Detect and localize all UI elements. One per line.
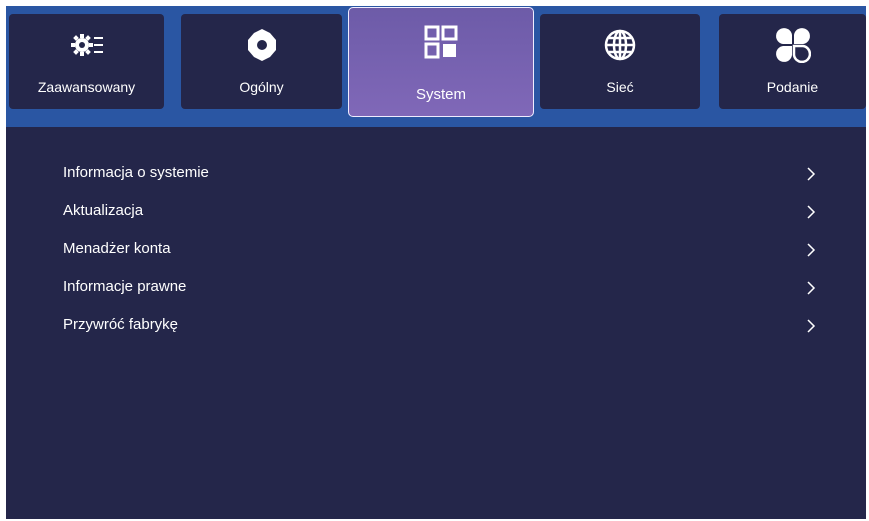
chevron-right-icon	[807, 167, 816, 181]
chevron-right-icon	[807, 243, 816, 257]
gear-icon	[244, 27, 280, 63]
tab-zaawansowany[interactable]: Zaawansowany	[9, 14, 164, 109]
apps-icon	[775, 27, 811, 63]
menu-item-legal-info[interactable]: Informacje prawne	[6, 270, 866, 306]
chevron-right-icon	[807, 205, 816, 219]
chevron-right-icon	[807, 319, 816, 333]
menu-item-label: Informacje prawne	[63, 278, 187, 295]
globe-icon	[602, 27, 638, 63]
tab-siec[interactable]: Sieć	[540, 14, 700, 109]
tab-podanie[interactable]: Podanie	[719, 14, 866, 109]
menu-item-label: Menadżer konta	[63, 240, 171, 257]
tab-ogolny[interactable]: Ogólny	[181, 14, 342, 109]
menu-item-label: Aktualizacja	[63, 202, 144, 219]
menu-item-update[interactable]: Aktualizacja	[6, 194, 866, 230]
menu-item-account-manager[interactable]: Menadżer konta	[6, 232, 866, 268]
tab-system[interactable]: System	[348, 7, 534, 117]
tab-label: Sieć	[606, 79, 634, 95]
advanced-settings-icon	[69, 27, 105, 63]
menu-item-system-info[interactable]: Informacja o systemie	[6, 156, 866, 192]
tab-bar: Zaawansowany Ogólny System Sieć Podanie	[6, 6, 866, 127]
menu-item-label: Przywróć fabrykę	[63, 316, 179, 333]
tab-label: Zaawansowany	[37, 79, 136, 95]
tab-label: System	[415, 86, 466, 103]
tab-label: Ogólny	[239, 79, 284, 95]
settings-screen: Zaawansowany Ogólny System Sieć Podanie …	[6, 6, 866, 519]
menu-item-label: Informacja o systemie	[63, 164, 209, 181]
tab-label: Podanie	[766, 79, 819, 95]
menu-item-factory-reset[interactable]: Przywróć fabrykę	[6, 308, 866, 344]
chevron-right-icon	[807, 281, 816, 295]
system-windows-icon	[423, 24, 459, 60]
